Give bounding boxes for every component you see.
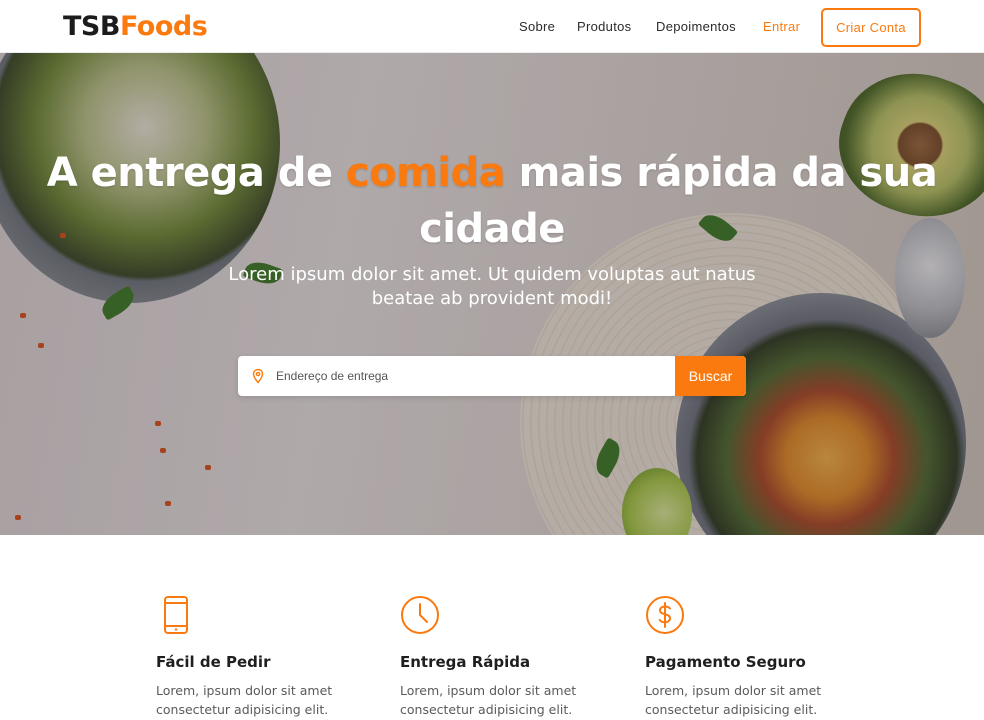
address-search-form: Buscar — [238, 356, 746, 396]
hero-section: A entrega de comida mais rápida da sua c… — [0, 53, 984, 535]
feature-text: Lorem, ipsum dolor sit amet consectetur … — [156, 683, 333, 717]
address-input[interactable] — [276, 356, 666, 396]
login-link[interactable]: Entrar — [763, 19, 800, 35]
dollar-icon — [645, 595, 685, 635]
navbar: TSBFoods Sobre Produtos Depoimentos Entr… — [0, 0, 984, 53]
nav-link-sobre[interactable]: Sobre — [519, 19, 555, 35]
clock-icon — [400, 595, 440, 635]
nav-link-depoimentos[interactable]: Depoimentos — [656, 19, 736, 35]
feature-text: Lorem, ipsum dolor sit amet consectetur … — [645, 683, 822, 717]
feature-title: Entrega Rápida — [400, 653, 531, 671]
feature-text: Lorem, ipsum dolor sit amet consectetur … — [400, 683, 577, 717]
feature-title: Fácil de Pedir — [156, 653, 271, 671]
hero-title-before: A entrega de — [46, 150, 346, 196]
hero-title-highlight: comida — [346, 150, 506, 196]
map-pin-icon — [250, 368, 266, 384]
hero-subtitle: Lorem ipsum dolor sit amet. Ut quidem vo… — [228, 264, 756, 309]
brand-logo-part2: Foods — [119, 11, 208, 42]
signup-button[interactable]: Criar Conta — [821, 8, 921, 47]
brand-logo-part1: TSB — [63, 11, 120, 42]
feature-title: Pagamento Seguro — [645, 653, 806, 671]
features-section: Fácil de Pedir Lorem, ipsum dolor sit am… — [0, 535, 984, 720]
nav-link-produtos[interactable]: Produtos — [577, 19, 631, 35]
brand-logo[interactable]: TSBFoods — [63, 11, 208, 43]
smartphone-icon — [156, 595, 196, 635]
hero-title: A entrega de comida mais rápida da sua c… — [0, 145, 984, 257]
search-button[interactable]: Buscar — [675, 356, 746, 396]
